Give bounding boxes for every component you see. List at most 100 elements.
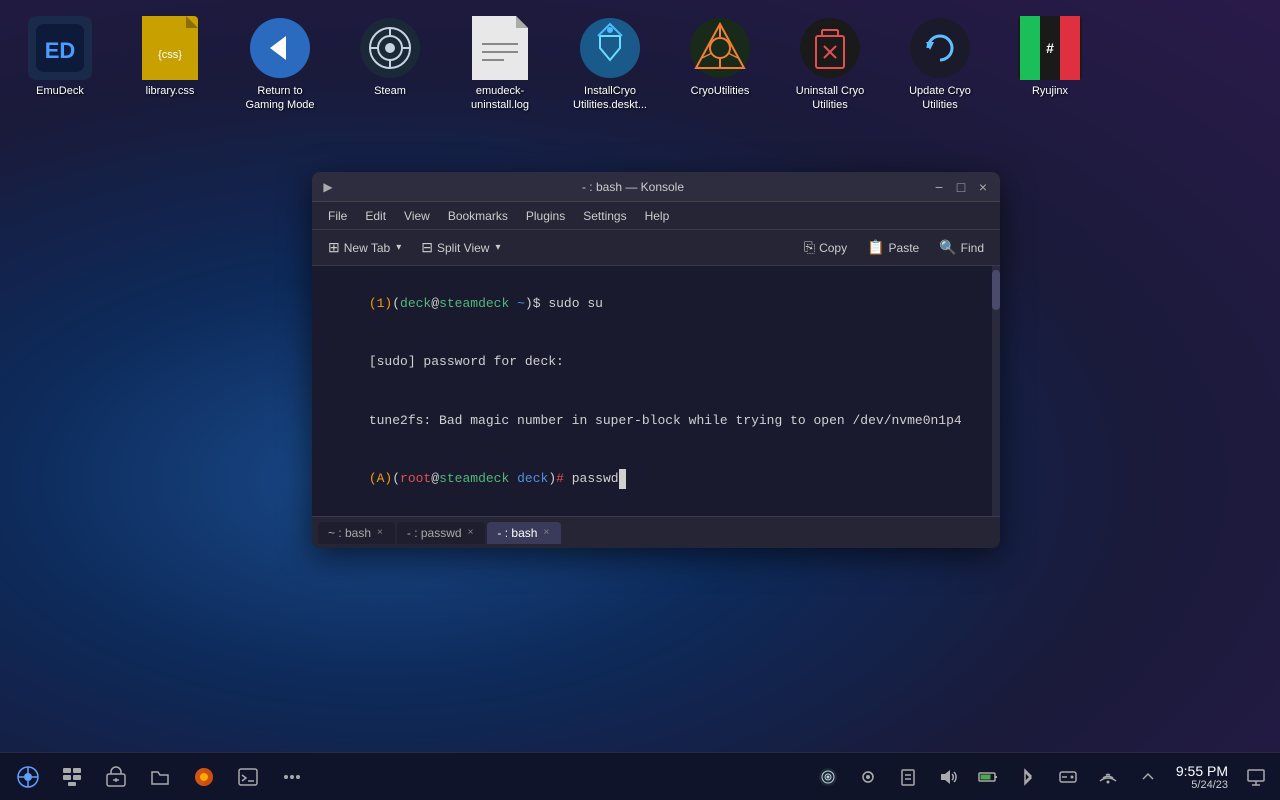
term-at-1: @ (431, 296, 439, 311)
audio-button[interactable] (852, 757, 884, 797)
tab-passwd-close[interactable]: × (466, 527, 476, 538)
clipboard-button[interactable] (892, 757, 924, 797)
term-paren4: ) (548, 471, 556, 486)
menu-file[interactable]: File (320, 206, 355, 226)
taskbar-files-button[interactable] (140, 757, 180, 797)
desktop-icon-log[interactable]: emudeck-uninstall.log (450, 10, 550, 119)
desktop-icon-update[interactable]: Update Cryo Utilities (890, 10, 990, 119)
find-label: Find (961, 241, 984, 255)
scrollbar-thumb[interactable] (992, 270, 1000, 310)
new-tab-button[interactable]: ⊞ New Tab ▾ (320, 235, 409, 260)
desktop-icon-installcryo[interactable]: InstallCryo Utilities.deskt... (560, 10, 660, 119)
terminal-content[interactable]: (1)(deck@steamdeck ~)$ sudo su [sudo] pa… (312, 266, 1000, 516)
find-icon: 🔍 (939, 239, 956, 256)
tab-bash-2-close[interactable]: × (541, 527, 551, 538)
bluetooth-button[interactable] (1012, 757, 1044, 797)
desktop-icon-library-css[interactable]: {css} library.css (120, 10, 220, 119)
show-desktop-button[interactable] (1240, 757, 1272, 797)
ryujinx-label: Ryujinx (1032, 84, 1068, 98)
term-paren1: ( (392, 296, 400, 311)
log-label: emudeck-uninstall.log (456, 84, 544, 113)
uninstall-cryo-icon (798, 16, 862, 80)
taskbar-firefox-button[interactable] (184, 757, 224, 797)
bluetooth-icon (1017, 766, 1039, 788)
svg-text:#: # (1046, 40, 1054, 56)
minimize-button[interactable]: − (930, 178, 948, 196)
taskbar-store-button[interactable] (96, 757, 136, 797)
emudeck-label: EmuDeck (36, 84, 84, 98)
terminal-icon: ▶ (320, 179, 336, 195)
maximize-button[interactable]: □ (952, 178, 970, 196)
emudeck-icon-img: ED (28, 16, 92, 80)
volume-icon (937, 766, 959, 788)
taskbar-terminal-button[interactable] (228, 757, 268, 797)
library-css-icon-img: {css} (138, 16, 202, 80)
menu-edit[interactable]: Edit (357, 206, 394, 226)
desktop-icon-emudeck[interactable]: ED EmuDeck (10, 10, 110, 119)
taskbar: 9:55 PM 5/24/23 (0, 752, 1280, 800)
taskbar-more-button[interactable] (272, 757, 312, 797)
konsole-toolbar: ⊞ New Tab ▾ ⊟ Split View ▾ ⎘ Copy 📋 Past… (312, 230, 1000, 266)
desktop-icon-return[interactable]: Return toGaming Mode (230, 10, 330, 119)
term-sudo-msg: [sudo] password for deck: (369, 354, 564, 369)
taskbar-apps-button[interactable] (8, 757, 48, 797)
return-icon-img (248, 16, 312, 80)
chevron-button[interactable] (1132, 757, 1164, 797)
menu-plugins[interactable]: Plugins (518, 206, 573, 226)
installcryo-label: InstallCryo Utilities.deskt... (566, 84, 654, 113)
new-tab-dropdown[interactable]: ▾ (396, 242, 401, 253)
library-css-label: library.css (146, 84, 195, 98)
return-arrow-icon (248, 16, 312, 80)
tab-bash-1[interactable]: ~ : bash × (318, 522, 395, 544)
desktop-icon-uninstall[interactable]: Uninstall Cryo Utilities (780, 10, 880, 119)
tab-bash-1-close[interactable]: × (375, 527, 385, 538)
term-space (509, 471, 517, 486)
desktop-icon-cryoutilities[interactable]: CryoUtilities (670, 10, 770, 119)
uninstall-label: Uninstall Cryo Utilities (786, 84, 874, 113)
konsole-window: ▶ - : bash — Konsole − □ × File Edit Vie… (312, 172, 1000, 548)
clipboard-icon (897, 766, 919, 788)
term-host-2: steamdeck (439, 471, 509, 486)
term-paren3: ( (392, 471, 400, 486)
term-path-1: ~ (509, 296, 525, 311)
taskbar-right: 9:55 PM 5/24/23 (812, 757, 1272, 797)
paste-button[interactable]: 📋 Paste (859, 235, 927, 260)
term-prompt-1: $ (533, 296, 549, 311)
overview-icon (61, 766, 83, 788)
ryujinx-icon-img: # (1018, 16, 1082, 80)
copy-button[interactable]: ⎘ Copy (796, 235, 855, 260)
close-button[interactable]: × (974, 178, 992, 196)
clock-time: 9:55 PM (1176, 763, 1228, 779)
taskbar-overview-button[interactable] (52, 757, 92, 797)
term-path-2: deck (517, 471, 548, 486)
konsole-title: - : bash — Konsole (340, 180, 926, 194)
desktop-icon-ryujinx[interactable]: # Ryujinx (1000, 10, 1100, 119)
cryoutilities-icon-img (688, 16, 752, 80)
battery-button[interactable] (972, 757, 1004, 797)
find-button[interactable]: 🔍 Find (931, 235, 992, 260)
tab-bash-2[interactable]: - : bash × (487, 522, 561, 544)
store-icon (105, 766, 127, 788)
clock[interactable]: 9:55 PM 5/24/23 (1172, 763, 1232, 791)
steam-taskbar-button[interactable] (812, 757, 844, 797)
desktop-icons: ED EmuDeck {css} library.css (0, 0, 1280, 129)
menu-settings[interactable]: Settings (575, 206, 634, 226)
split-view-label: Split View (437, 241, 489, 255)
desktop-icon-steam[interactable]: Steam (340, 10, 440, 119)
ryujinx-icon: # (1018, 16, 1082, 80)
term-warning: tune2fs: Bad magic number in super-block… (369, 413, 962, 428)
volume-button[interactable] (932, 757, 964, 797)
network-button[interactable] (1092, 757, 1124, 797)
menu-view[interactable]: View (396, 206, 438, 226)
network-icon (1097, 766, 1119, 788)
drive-button[interactable] (1052, 757, 1084, 797)
menu-help[interactable]: Help (637, 206, 678, 226)
split-view-dropdown[interactable]: ▾ (495, 242, 500, 253)
menu-bookmarks[interactable]: Bookmarks (440, 206, 516, 226)
split-view-button[interactable]: ⊟ Split View ▾ (413, 235, 508, 260)
terminal-scrollbar[interactable] (992, 266, 1000, 516)
apps-icon (17, 766, 39, 788)
clock-date: 5/24/23 (1191, 779, 1228, 791)
css-file-icon: {css} (142, 16, 198, 80)
tab-passwd[interactable]: - : passwd × (397, 522, 486, 544)
